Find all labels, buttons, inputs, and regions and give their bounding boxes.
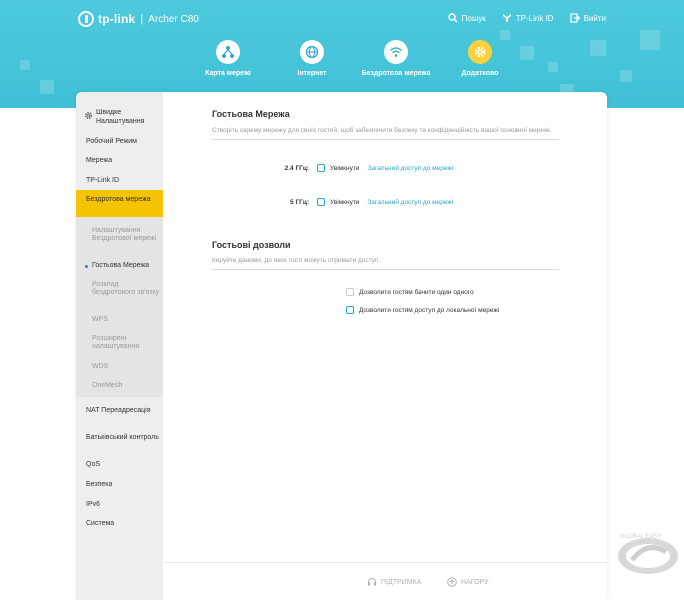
sidebar-subitem-label: Налаштування Бездротової мережі bbox=[92, 227, 157, 242]
current-item-dot bbox=[85, 265, 88, 268]
sidebar-item-security[interactable]: Безпека bbox=[76, 480, 163, 489]
sidebar-subitem-label: Розширені налаштування bbox=[92, 335, 140, 350]
logout-link[interactable]: Вийти bbox=[569, 13, 606, 23]
sidebar-item-ipv6[interactable]: IPv6 bbox=[76, 500, 163, 509]
headset-icon bbox=[368, 578, 376, 586]
search-link-label: Пошук bbox=[461, 13, 486, 23]
enable-5g-checkbox[interactable] bbox=[317, 198, 325, 206]
network-map-icon bbox=[222, 46, 234, 58]
sidebar-subitem-wireless-schedule[interactable]: Розклад бездротового зв'язку bbox=[76, 281, 163, 297]
local-network-checkbox[interactable] bbox=[346, 306, 354, 314]
brand-separator: | bbox=[140, 13, 144, 25]
sidebar-item-tplink-id[interactable]: TP-Link ID bbox=[76, 176, 163, 185]
logout-icon bbox=[569, 13, 580, 23]
sidebar-item-label: Безпека bbox=[86, 481, 113, 488]
guest-network-description: Створіть окрему мережу для своїх гостей,… bbox=[212, 126, 559, 140]
enable-5g-label[interactable]: Увімкнути bbox=[330, 199, 359, 206]
tplink-id-link-label: TP-Link ID bbox=[515, 13, 554, 23]
sidebar-subitem-onemesh[interactable]: OneMesh bbox=[76, 382, 163, 390]
back-to-top-button[interactable]: НАГОРУ bbox=[447, 577, 489, 587]
model-name: Archer C80 bbox=[148, 13, 199, 25]
local-network-label[interactable]: Дозволити гостям доступ до локальної мер… bbox=[359, 307, 499, 314]
main-nav: Карта мережі Інтернет Бездротова мережа … bbox=[186, 40, 522, 108]
enable-2g-label[interactable]: Увімкнути bbox=[330, 165, 359, 172]
tplink-id-icon bbox=[502, 14, 511, 22]
sidebar-item-network[interactable]: Мережа bbox=[76, 156, 163, 165]
gear-icon bbox=[474, 46, 486, 58]
watermark-text: GLOBAL EASY bbox=[620, 534, 661, 540]
nav-network-map[interactable]: Карта мережі bbox=[186, 40, 270, 77]
sidebar-subitem-advanced-settings[interactable]: Розширені налаштування bbox=[76, 335, 163, 351]
globe-icon bbox=[305, 45, 319, 59]
enable-2g-checkbox[interactable] bbox=[317, 164, 325, 172]
sidebar-item-label: Система bbox=[86, 520, 115, 527]
support-button[interactable]: ПІДТРИМКА bbox=[367, 577, 421, 587]
sidebar-item-label: Швидке Налаштування bbox=[96, 109, 145, 125]
gear-icon bbox=[85, 112, 92, 119]
search-icon bbox=[447, 13, 458, 23]
search-link[interactable]: Пошук bbox=[447, 13, 486, 23]
tplink-id-link[interactable]: TP-Link ID bbox=[502, 13, 554, 23]
nav-internet[interactable]: Інтернет bbox=[270, 40, 354, 77]
arrow-up-icon bbox=[447, 577, 457, 587]
share-network-2g-link[interactable]: Загальний доступ до мережі bbox=[367, 165, 453, 172]
sidebar: Швидке Налаштування Робочий Режим Мережа… bbox=[76, 92, 163, 600]
sidebar-item-label: Робочий Режим bbox=[86, 138, 137, 145]
permission-row-see-each-other: Дозволити гостям бачити один одного bbox=[346, 288, 482, 296]
sidebar-subitem-wds[interactable]: WDS bbox=[76, 363, 163, 371]
sidebar-item-parental-control[interactable]: Батьківський контроль bbox=[76, 433, 163, 442]
logout-link-label: Вийти bbox=[583, 13, 606, 23]
see-each-other-label[interactable]: Дозволити гостям бачити один одного bbox=[359, 289, 474, 296]
sidebar-item-label: Мережа bbox=[86, 157, 113, 164]
guest-network-title: Гостьова Мережа bbox=[212, 109, 290, 119]
guest-permissions-title: Гостьові дозволи bbox=[212, 240, 291, 250]
sidebar-subitem-label: WDS bbox=[92, 363, 109, 370]
band-row-2g: 2.4 ГГц: Увімкнути Загальний доступ до м… bbox=[269, 164, 453, 172]
sidebar-subitem-guest-network[interactable]: Гостьова Мережа bbox=[76, 262, 163, 270]
nav-internet-label: Інтернет bbox=[297, 70, 327, 77]
band-label-2g: 2.4 ГГц: bbox=[284, 164, 309, 172]
sidebar-item-wireless[interactable]: Бездротова мережа bbox=[76, 190, 163, 217]
watermark-logo: GLOBAL EASY bbox=[618, 534, 678, 574]
sidebar-item-label: TP-Link ID bbox=[86, 177, 120, 184]
sidebar-item-nat[interactable]: NAT Переадресація bbox=[76, 406, 163, 415]
sidebar-subitem-label: WPS bbox=[92, 316, 108, 323]
share-network-5g-link[interactable]: Загальний доступ до мережі bbox=[367, 199, 453, 206]
sidebar-item-qos[interactable]: QoS bbox=[76, 460, 163, 469]
sidebar-subitem-label: Гостьова Мережа bbox=[92, 262, 150, 269]
permission-row-local-network: Дозволити гостям доступ до локальної мер… bbox=[346, 306, 507, 314]
sidebar-item-system[interactable]: Система bbox=[76, 519, 163, 528]
tplink-logo-icon bbox=[78, 11, 94, 27]
nav-advanced[interactable]: Додатково bbox=[438, 40, 522, 108]
brand-logo[interactable]: tp-link | Archer C80 bbox=[78, 11, 199, 27]
nav-wireless-label: Бездротова мережа bbox=[361, 70, 431, 77]
sidebar-item-quick-setup[interactable]: Швидке Налаштування bbox=[76, 108, 163, 126]
sidebar-item-label: Батьківський контроль bbox=[86, 434, 159, 441]
sidebar-item-label: Бездротова мережа bbox=[86, 196, 151, 203]
nav-wireless[interactable]: Бездротова мережа bbox=[354, 40, 438, 77]
sidebar-item-label: NAT Переадресація bbox=[86, 407, 151, 414]
guest-permissions-description: Керуйте даними, до яких гості можуть отр… bbox=[212, 256, 559, 270]
brand-name: tp-link bbox=[98, 12, 136, 26]
sidebar-item-label: IPv6 bbox=[86, 501, 101, 508]
sidebar-subitem-label: OneMesh bbox=[92, 382, 123, 389]
sidebar-item-operation-mode[interactable]: Робочий Режим bbox=[76, 137, 163, 146]
sidebar-subitem-label: Розклад бездротового зв'язку bbox=[92, 281, 160, 296]
back-to-top-label: НАГОРУ bbox=[461, 578, 489, 586]
support-button-label: ПІДТРИМКА bbox=[381, 578, 422, 586]
see-each-other-checkbox[interactable] bbox=[346, 288, 354, 296]
main-panel: Швидке Налаштування Робочий Режим Мережа… bbox=[76, 92, 607, 600]
band-label-5g: 5 ГГц: bbox=[290, 198, 309, 206]
sidebar-subitem-wireless-settings[interactable]: Налаштування Бездротової мережі bbox=[76, 227, 163, 243]
nav-advanced-label: Додатково bbox=[461, 70, 499, 77]
content-area: Гостьова Мережа Створіть окрему мережу д… bbox=[163, 92, 607, 600]
band-row-5g: 5 ГГц: Увімкнути Загальний доступ до мер… bbox=[269, 198, 453, 206]
footer-bar: ПІДТРИМКА НАГОРУ bbox=[163, 562, 607, 600]
sidebar-item-label: QoS bbox=[86, 461, 101, 468]
wifi-icon bbox=[390, 47, 402, 57]
nav-network-map-label: Карта мережі bbox=[205, 70, 251, 77]
sidebar-subitem-wps[interactable]: WPS bbox=[76, 316, 163, 324]
top-links: Пошук TP-Link ID Вийти bbox=[447, 13, 606, 23]
